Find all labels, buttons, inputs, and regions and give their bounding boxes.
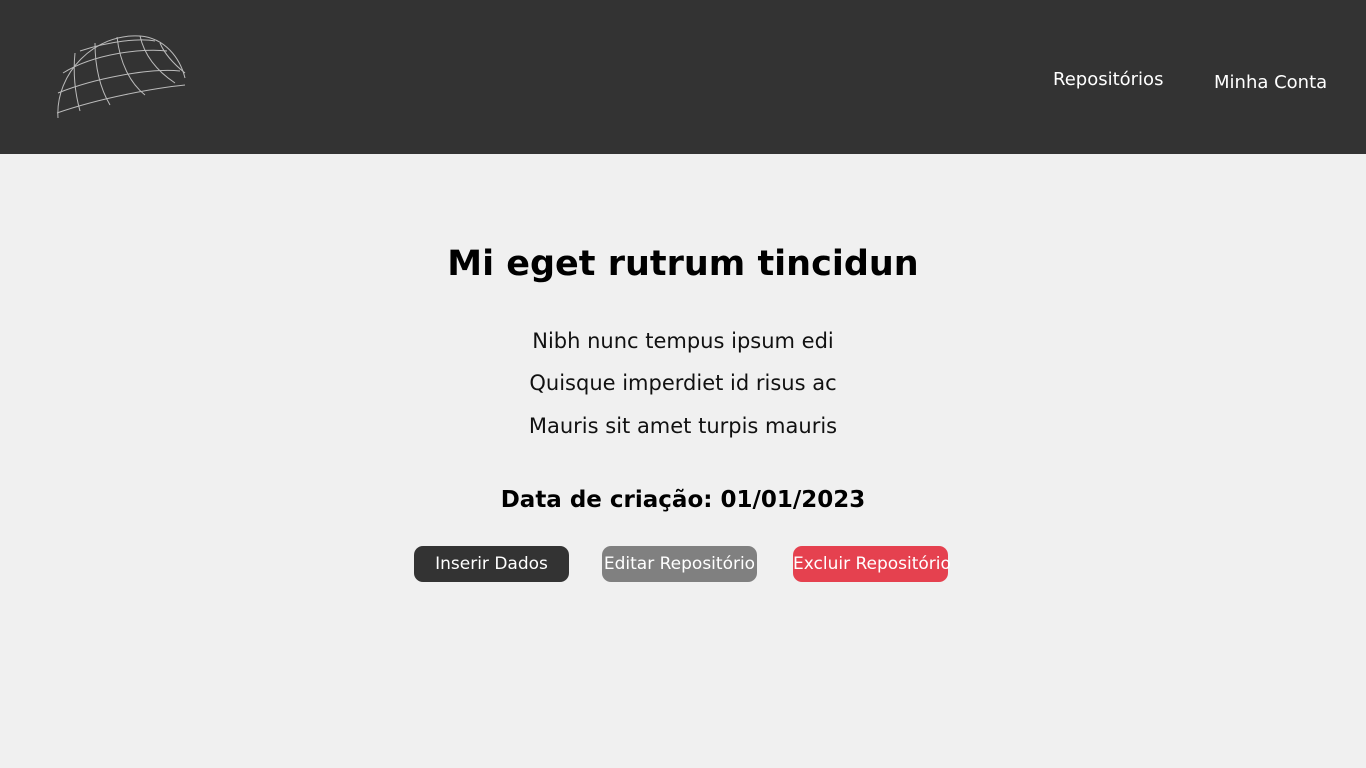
page-title: Mi eget rutrum tincidun bbox=[447, 244, 919, 284]
description-line: Nibh nunc tempus ipsum edi bbox=[532, 329, 834, 353]
insert-data-button[interactable]: Inserir Dados bbox=[414, 546, 569, 582]
nav-link-account[interactable]: Minha Conta bbox=[1214, 72, 1327, 93]
delete-repository-button[interactable]: Excluir Repositório bbox=[793, 546, 951, 582]
top-header: Repositórios Minha Conta bbox=[0, 0, 1366, 154]
description-line: Quisque imperdiet id risus ac bbox=[529, 371, 837, 395]
creation-date: Data de criação: 01/01/2023 bbox=[500, 487, 866, 513]
nav-link-repositories[interactable]: Repositórios bbox=[1053, 69, 1163, 90]
repository-details: Mi eget rutrum tincidun Nibh nunc tempus… bbox=[0, 154, 1366, 768]
description-line: Mauris sit amet turpis mauris bbox=[528, 414, 838, 438]
globe-icon[interactable] bbox=[55, 33, 187, 121]
edit-repository-button[interactable]: Editar Repositório bbox=[602, 546, 757, 582]
